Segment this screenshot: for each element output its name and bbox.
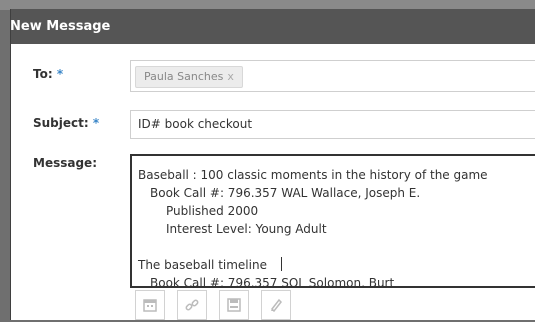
dialog-title: New Message xyxy=(10,19,111,34)
message-line: Published 2000 xyxy=(166,204,259,218)
subject-input[interactable]: ID# book checkout xyxy=(130,110,535,139)
message-line: Book Call #: 796.357 WAL Wallace, Joseph… xyxy=(150,186,421,200)
required-mark: * xyxy=(92,116,100,130)
pen-icon[interactable] xyxy=(261,290,291,320)
recipient-name: Paula Sanches xyxy=(144,70,224,83)
subject-label: Subject: * xyxy=(33,116,100,130)
recipient-chip: Paula Sanches x xyxy=(135,66,243,88)
message-label: Message: xyxy=(33,156,97,170)
save-icon[interactable] xyxy=(219,290,249,320)
dialog-titlebar: New Message xyxy=(10,9,535,44)
to-field[interactable]: Paula Sanches x xyxy=(130,60,535,92)
calendar-icon[interactable] xyxy=(135,290,165,320)
message-textarea[interactable]: Baseball : 100 classic moments in the hi… xyxy=(130,154,535,288)
required-mark: * xyxy=(56,67,64,81)
message-line: The baseball timeline xyxy=(138,256,535,274)
to-label: To: * xyxy=(33,67,64,81)
link-icon[interactable] xyxy=(177,290,207,320)
text-caret xyxy=(280,257,282,271)
message-line: Baseball : 100 classic moments in the hi… xyxy=(138,168,488,182)
message-line: Interest Level: Young Adult xyxy=(166,222,327,236)
message-line: Book Call #: 796.357 SOL Solomon, Burt xyxy=(150,276,395,288)
new-message-dialog: New Message To: * Paula Sanches x Subject… xyxy=(10,9,535,320)
message-toolbar xyxy=(130,290,535,322)
message-line xyxy=(138,238,535,256)
remove-recipient-icon[interactable]: x xyxy=(227,70,234,83)
